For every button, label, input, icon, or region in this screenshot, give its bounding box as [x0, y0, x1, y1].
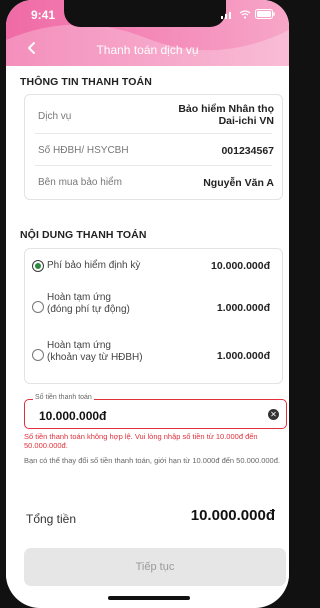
radio-unselected[interactable]: [32, 349, 44, 361]
amount-input-field[interactable]: Số tiền thanh toán 10.000.000đ ✕: [24, 394, 287, 429]
divider: [35, 133, 272, 134]
option-amount: 1.000.000đ: [216, 302, 270, 314]
signal-icon: [221, 11, 231, 19]
payment-options-card: Phí bảo hiểm định kỳ 10.000.000đ Hoàn tạ…: [24, 248, 283, 384]
buyer-label: Bên mua bảo hiểm: [38, 177, 122, 188]
payment-content-title: NỘI DUNG THANH TOÁN: [20, 229, 147, 241]
wifi-icon: [239, 9, 251, 19]
option-label: Hoàn tạm ứng (đóng phí tự động): [47, 292, 130, 315]
payment-info-card: Dịch vụ Bảo hiểm Nhân thọ Dai-ichi VN Số…: [24, 94, 283, 200]
home-indicator: [108, 596, 190, 600]
amount-error-message: Số tiền thanh toán không hợp lệ. Vui lòn…: [24, 432, 258, 450]
payment-option-periodic[interactable]: Phí bảo hiểm định kỳ 10.000.000đ: [25, 249, 282, 283]
service-value: Bảo hiểm Nhân thọ Dai-ichi VN: [178, 103, 274, 127]
clear-icon[interactable]: ✕: [268, 409, 279, 420]
total-label: Tổng tiền: [26, 512, 77, 526]
option-amount: 1.000.000đ: [216, 350, 270, 362]
radio-selected[interactable]: [32, 260, 44, 272]
continue-button[interactable]: Tiếp tục: [24, 548, 286, 586]
status-icons: [221, 9, 275, 19]
payment-option-auto-refund[interactable]: Hoàn tạm ứng (đóng phí tự động) 1.000.00…: [25, 285, 282, 331]
contract-number-value: 001234567: [221, 145, 274, 157]
divider: [35, 165, 272, 166]
payment-option-loan-refund[interactable]: Hoàn tạm ứng (khoản vay từ HĐBH) 1.000.0…: [25, 333, 282, 379]
amount-input-value[interactable]: 10.000.000đ: [39, 409, 106, 423]
option-amount: 10.000.000đ: [211, 260, 270, 272]
battery-icon: [255, 9, 275, 19]
payment-info-title: THÔNG TIN THANH TOÁN: [20, 76, 152, 88]
page-title: Thanh toán dịch vụ: [96, 43, 199, 57]
radio-unselected[interactable]: [32, 301, 44, 313]
option-label: Phí bảo hiểm định kỳ: [47, 260, 141, 271]
option-label: Hoàn tạm ứng (khoản vay từ HĐBH): [47, 340, 143, 363]
main-content: THÔNG TIN THANH TOÁN Dịch vụ Bảo hiểm Nh…: [6, 66, 289, 586]
device-notch: [64, 0, 226, 27]
phone-screen: 9:41 Thanh toán dịch vụ THÔNG TIN THANH …: [6, 0, 289, 608]
contract-number-label: Số HĐBH/ HSYCBH: [38, 145, 129, 156]
total-value: 10.000.000đ: [190, 507, 275, 524]
amount-hint: Bạn có thể thay đổi số tiền thanh toán, …: [24, 456, 280, 465]
app-header: 9:41 Thanh toán dịch vụ: [6, 0, 289, 66]
buyer-value: Nguyễn Văn A: [203, 177, 274, 189]
service-label: Dịch vụ: [38, 111, 72, 122]
status-time: 9:41: [31, 8, 56, 22]
amount-input-legend: Số tiền thanh toán: [33, 394, 94, 401]
